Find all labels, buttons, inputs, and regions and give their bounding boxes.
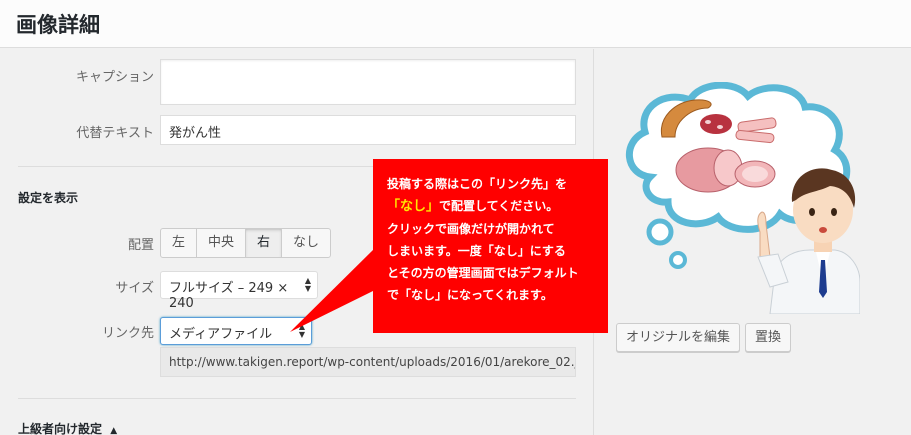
- size-select[interactable]: フルサイズ – 249 × 240 ▲ ▼: [160, 271, 318, 311]
- triangle-up-icon: ▲: [110, 426, 118, 435]
- caption-label: キャプション: [75, 70, 154, 85]
- align-left-button[interactable]: 左: [160, 228, 198, 258]
- modal-header: 画像詳細: [0, 0, 911, 48]
- callout-line: しまいます。一度「なし」にする: [387, 244, 566, 258]
- align-label: 配置: [127, 238, 154, 253]
- size-label: サイズ: [115, 281, 154, 296]
- advanced-settings-label: 上級者向け設定: [18, 422, 103, 435]
- callout-line: 投稿する際はこの「リンク先」を: [387, 177, 568, 191]
- select-arrows-icon: ▲ ▼: [304, 276, 311, 293]
- callout-highlight: 「なし」: [387, 199, 440, 214]
- display-settings-title: 設定を表示: [18, 191, 79, 205]
- align-center-button[interactable]: 中央: [196, 228, 247, 258]
- annotation-callout: 投稿する際はこの「リンク先」を 「なし」で配置してください。 クリックで画像だけ…: [373, 159, 608, 333]
- alt-text-input[interactable]: 発がん性: [160, 115, 576, 145]
- edit-original-button[interactable]: オリジナルを編集: [616, 323, 741, 352]
- align-right-button[interactable]: 右: [245, 228, 283, 258]
- callout-line: とその方の管理画面ではデフォルト: [387, 266, 579, 280]
- select-arrows-icon: ▲ ▼: [298, 322, 305, 339]
- link-url-field[interactable]: http://www.takigen.report/wp-content/upl…: [160, 347, 576, 377]
- divider: [18, 398, 576, 399]
- callout-line: クリックで画像だけが開かれて: [387, 222, 555, 236]
- link-to-label: リンク先: [101, 326, 154, 341]
- page-title: 画像詳細: [16, 13, 100, 37]
- alt-text-label: 代替テキスト: [76, 126, 154, 141]
- callout-line-rest: で配置してください。: [439, 199, 559, 213]
- callout-line: で「なし」になってくれます。: [387, 288, 553, 302]
- size-select-value: フルサイズ – 249 × 240: [169, 281, 289, 311]
- link-to-select[interactable]: メディアファイル ▲ ▼: [160, 317, 312, 345]
- caption-textarea[interactable]: [160, 59, 576, 105]
- link-to-select-value: メディアファイル: [169, 327, 273, 342]
- callout-line: 「なし」で配置してください。: [387, 195, 596, 218]
- advanced-settings-toggle[interactable]: 上級者向け設定 ▲: [18, 420, 117, 435]
- attachment-preview-image: [626, 82, 860, 314]
- replace-button[interactable]: 置換: [745, 323, 792, 352]
- align-button-group: 左 中央 右 なし: [160, 228, 332, 258]
- align-none-button[interactable]: なし: [281, 228, 332, 258]
